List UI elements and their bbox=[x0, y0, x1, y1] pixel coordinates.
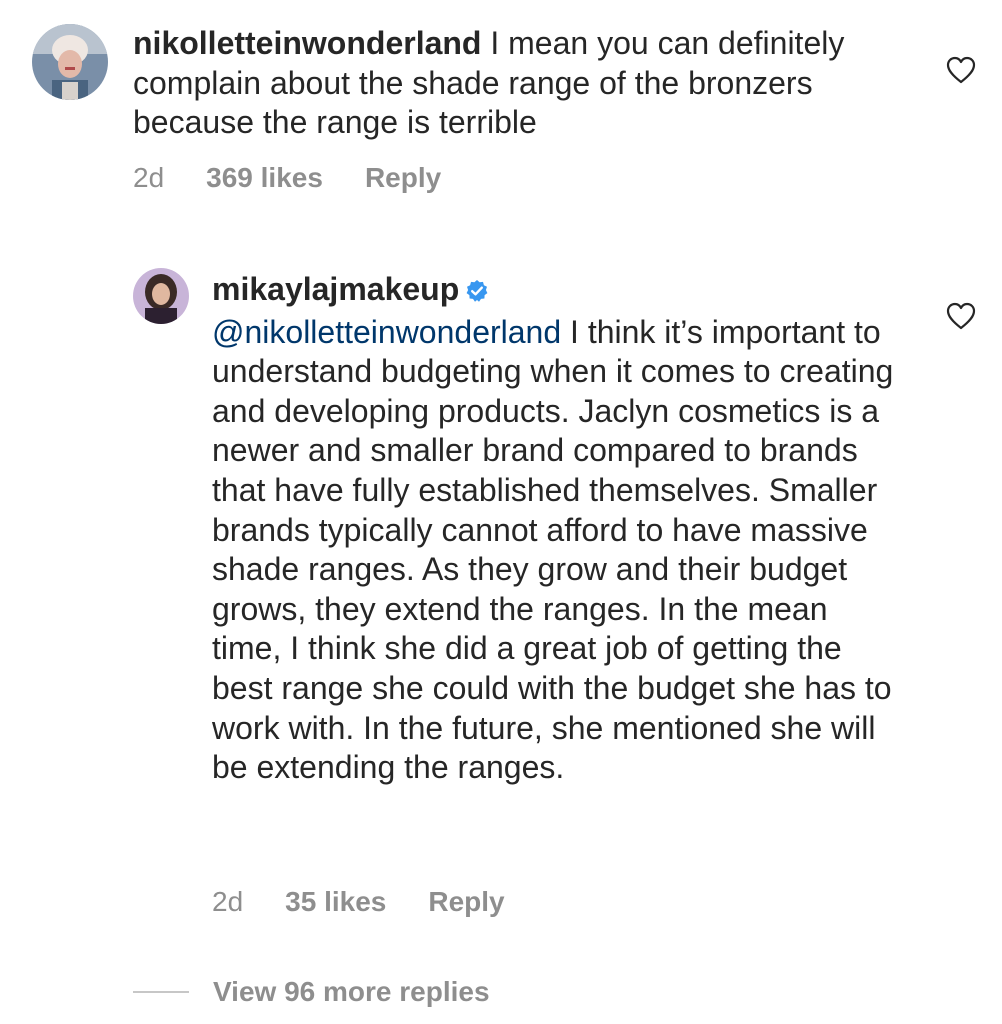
comment-1: nikolletteinwonderland I mean you can de… bbox=[0, 0, 1002, 210]
comment-2: mikaylajmakeup @nikolletteinwonderland I… bbox=[0, 250, 1002, 940]
comment-1-reply-button[interactable]: Reply bbox=[365, 162, 441, 194]
comment-1-likes[interactable]: 369 likes bbox=[206, 162, 323, 194]
comment-2-body: I think it’s important to understand bud… bbox=[212, 313, 894, 786]
view-more-replies-label: View 96 more replies bbox=[213, 976, 490, 1007]
comment-1-text: nikolletteinwonderland I mean you can de… bbox=[133, 24, 913, 143]
view-more-replies-button[interactable]: View 96 more replies bbox=[133, 976, 490, 1008]
comment-2-text: mikaylajmakeup @nikolletteinwonderland I… bbox=[212, 270, 902, 788]
replies-divider-line bbox=[133, 991, 189, 993]
avatar-nikolletteinwonderland[interactable] bbox=[32, 24, 108, 100]
comment-2-reply-button[interactable]: Reply bbox=[428, 886, 504, 918]
like-heart-icon[interactable] bbox=[946, 56, 976, 84]
comment-1-username[interactable]: nikolletteinwonderland bbox=[133, 25, 481, 61]
avatar-mikaylajmakeup[interactable] bbox=[133, 268, 189, 324]
comment-2-likes[interactable]: 35 likes bbox=[285, 886, 386, 918]
comment-1-meta: 2d 369 likes Reply bbox=[133, 162, 441, 194]
like-heart-icon[interactable] bbox=[946, 302, 976, 330]
comment-2-time: 2d bbox=[212, 886, 244, 917]
comment-2-mention[interactable]: @nikolletteinwonderland bbox=[212, 314, 561, 350]
comment-1-time: 2d bbox=[133, 162, 165, 193]
comment-2-username[interactable]: mikaylajmakeup bbox=[212, 271, 459, 307]
comment-2-meta: 2d 35 likes Reply bbox=[212, 886, 505, 918]
verified-badge-icon bbox=[465, 273, 489, 313]
